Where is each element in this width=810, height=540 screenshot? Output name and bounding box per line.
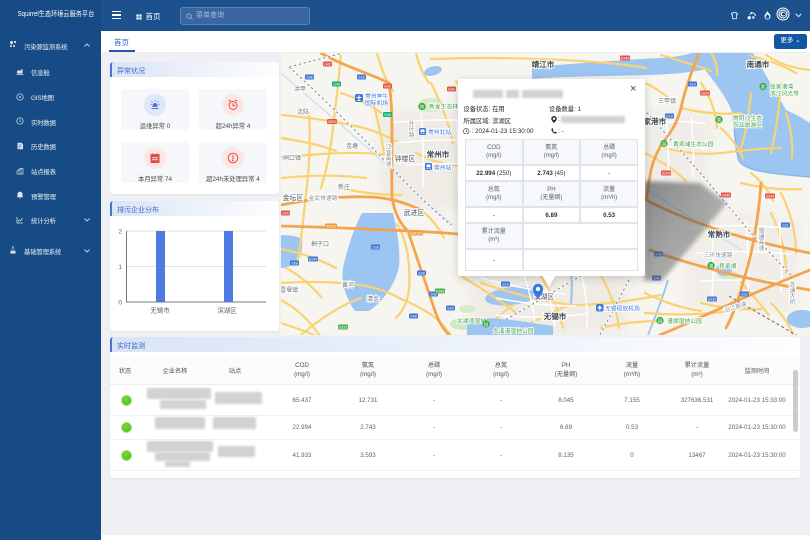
svg-text:2: 2	[118, 229, 122, 236]
svg-text:锡通高速: 锡通高速	[757, 227, 764, 252]
svg-text:桐子口: 桐子口	[311, 240, 329, 248]
svg-text:G520: G520	[328, 120, 337, 124]
svg-text:漕湖湿地公园: 漕湖湿地公园	[667, 317, 702, 325]
svg-text:南通市: 南通市	[747, 59, 770, 69]
svg-text:S232: S232	[708, 298, 716, 302]
svg-text:常州奔牛: 常州奔牛	[365, 92, 388, 100]
svg-text:金坛区: 金坛区	[283, 193, 304, 202]
svg-text:太湖湾湿地: 太湖湾湿地	[457, 317, 486, 325]
svg-text:新发生态林: 新发生态林	[429, 103, 458, 111]
svg-text:三甲镇: 三甲镇	[658, 97, 676, 105]
svg-text:S45: S45	[384, 113, 390, 117]
svg-text:三环快速路: 三环快速路	[704, 251, 733, 259]
svg-text:常州北站: 常州北站	[428, 128, 451, 136]
svg-text:G346: G346	[722, 194, 731, 198]
svg-text:林: 林	[420, 104, 425, 111]
svg-text:S58: S58	[291, 262, 297, 266]
svg-text:闸口镇: 闸口镇	[283, 154, 301, 162]
svg-text:S19: S19	[666, 115, 672, 119]
svg-text:沈陆: 沈陆	[297, 108, 309, 116]
svg-text:S48: S48	[653, 277, 659, 281]
svg-text:S48: S48	[410, 315, 416, 319]
svg-text:1: 1	[118, 264, 122, 271]
svg-text:武进区: 武进区	[404, 208, 425, 217]
svg-text:无锡市: 无锡市	[543, 311, 567, 321]
svg-text:S48: S48	[655, 253, 661, 257]
svg-text:S358: S358	[436, 290, 444, 294]
svg-text:无锡市: 无锡市	[150, 306, 170, 315]
svg-text:张家港湾: 张家港湾	[770, 83, 793, 91]
svg-text:G233: G233	[339, 326, 348, 330]
svg-text:0: 0	[118, 300, 122, 307]
svg-text:常州站: 常州站	[434, 164, 452, 172]
svg-text:G4221: G4221	[412, 232, 423, 236]
svg-text:滨湖区: 滨湖区	[217, 306, 237, 315]
svg-text:G204: G204	[701, 92, 710, 96]
svg-text:苏通大桥: 苏通大桥	[788, 281, 795, 306]
svg-text:S38: S38	[372, 246, 378, 250]
svg-text:雪堰镇: 雪堰镇	[281, 286, 298, 294]
svg-text:G25: G25	[282, 212, 289, 216]
svg-text:S58: S58	[306, 76, 312, 80]
svg-text:S38: S38	[418, 272, 424, 276]
svg-text:黄河: 黄河	[342, 281, 354, 289]
svg-text:S19: S19	[689, 83, 695, 87]
svg-text:G42: G42	[324, 63, 331, 67]
svg-text:靖江市: 靖江市	[532, 59, 555, 69]
svg-text:常州市: 常州市	[427, 149, 450, 159]
svg-text:G346: G346	[621, 57, 630, 61]
svg-text:连塘: 连塘	[346, 142, 358, 150]
svg-text:S19: S19	[502, 283, 508, 287]
svg-text:大溪港湿地公园: 大溪港湿地公园	[493, 327, 534, 335]
svg-text:G42: G42	[448, 88, 455, 92]
svg-text:钟楼区: 钟楼区	[395, 154, 416, 163]
svg-text:农业旅游区: 农业旅游区	[733, 121, 762, 129]
svg-text:G42: G42	[384, 85, 391, 89]
svg-text:常阴沙生态: 常阴沙生态	[733, 114, 762, 122]
svg-text:G524: G524	[766, 195, 775, 199]
svg-text:S45: S45	[333, 83, 339, 87]
svg-text:G204: G204	[662, 172, 671, 176]
svg-text:S33: S33	[741, 293, 747, 297]
svg-text:无锡硕放机场: 无锡硕放机场	[605, 305, 640, 313]
svg-text:国际机场: 国际机场	[365, 99, 388, 107]
svg-text:常熟市: 常熟市	[708, 229, 731, 239]
svg-text:黄泗浦生态公园: 黄泗浦生态公园	[673, 140, 714, 148]
svg-text:清金: 清金	[367, 295, 379, 303]
svg-text:新庄: 新庄	[338, 183, 350, 191]
svg-text:S31: S31	[782, 224, 788, 228]
svg-text:G4221: G4221	[326, 225, 337, 229]
svg-text:S32: S32	[447, 307, 453, 311]
svg-text:S240: S240	[309, 258, 317, 262]
svg-text:昆承湖: 昆承湖	[719, 262, 737, 270]
svg-text:江宜高速: 江宜高速	[384, 143, 391, 168]
svg-text:金武快速路: 金武快速路	[309, 194, 338, 202]
svg-text:洪甲: 洪甲	[294, 85, 306, 93]
svg-text:湖: 湖	[709, 263, 714, 270]
svg-text:滨江风光带: 滨江风光带	[770, 90, 799, 98]
svg-text:外环路: 外环路	[407, 119, 414, 139]
svg-text:S29: S29	[358, 76, 364, 80]
